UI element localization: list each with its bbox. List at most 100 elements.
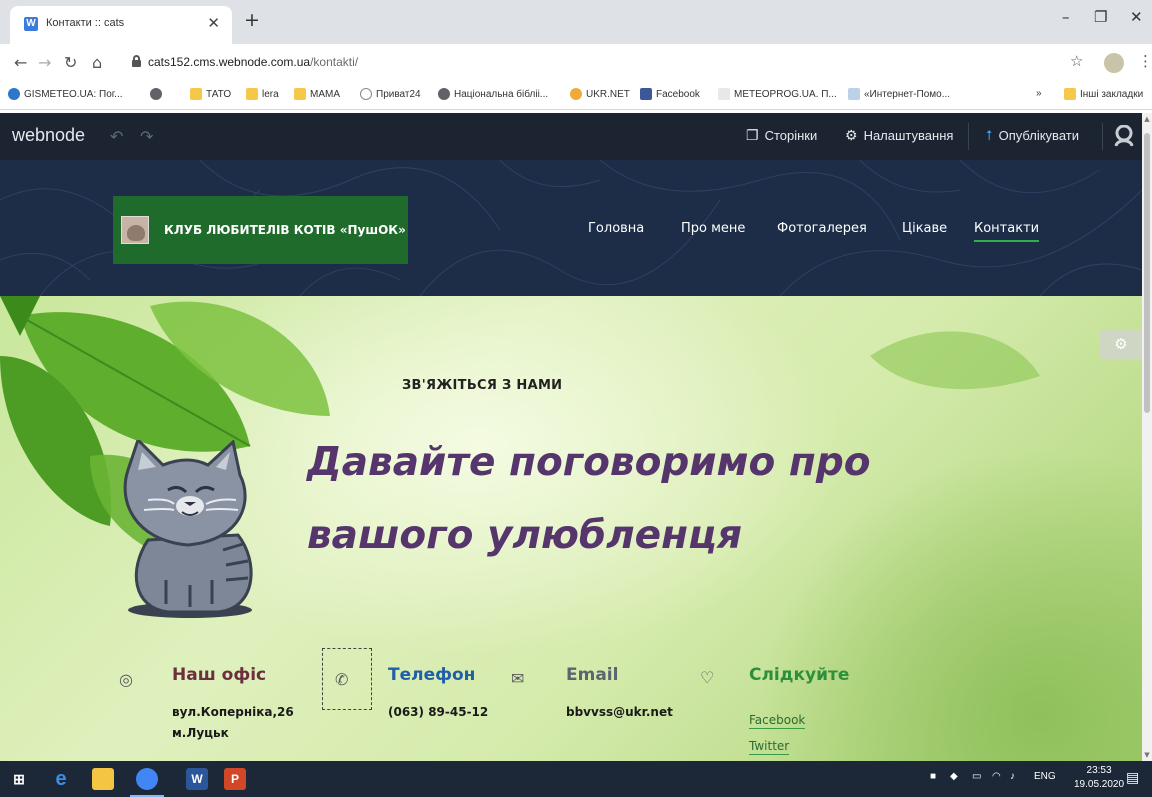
scroll-up-arrow-icon[interactable]: ▲ bbox=[1142, 115, 1152, 123]
redo-icon[interactable]: ↷ bbox=[140, 127, 153, 146]
site-logo[interactable]: КЛУБ ЛЮБИТЕЛІВ КОТІВ «ПушОК» bbox=[113, 196, 408, 264]
bookmark-item[interactable]: METEOPROG.UA. П... bbox=[718, 88, 837, 100]
tray-shield-icon[interactable]: ◆ bbox=[950, 771, 958, 782]
url-text: cats152.cms.webnode.com.ua/kontakti/ bbox=[148, 55, 359, 69]
nav-item-about[interactable]: Про мене bbox=[681, 221, 745, 236]
globe-icon bbox=[438, 88, 450, 100]
new-tab-button[interactable]: + bbox=[244, 11, 260, 30]
envelope-icon: ✉ bbox=[511, 669, 525, 688]
wifi-icon[interactable]: ◠ bbox=[992, 771, 1001, 782]
maximize-button[interactable]: ❐ bbox=[1094, 8, 1107, 26]
profile-avatar[interactable] bbox=[1104, 53, 1124, 73]
editor-toolbar: webnode ↶ ↷ ❐ Сторінки ⚙ Налаштування ⭡ Опу… bbox=[0, 113, 1142, 160]
address-bar-row: ← → ↻ ⌂ cats152.cms.webnode.com.ua/konta… bbox=[0, 44, 1152, 80]
clock-time: 23:53 bbox=[1086, 765, 1112, 776]
system-clock[interactable]: 23:53 19.05.2020 bbox=[1074, 764, 1124, 792]
close-window-button[interactable]: ✕ bbox=[1130, 8, 1143, 26]
file-explorer-icon[interactable] bbox=[92, 768, 114, 790]
nav-item-interesting[interactable]: Цікаве bbox=[902, 221, 947, 236]
twitter-link[interactable]: Twitter bbox=[749, 738, 790, 755]
folder-icon bbox=[190, 88, 202, 100]
location-pin-icon: ◎ bbox=[119, 670, 133, 689]
site-name: КЛУБ ЛЮБИТЕЛІВ КОТІВ «ПушОК» bbox=[164, 223, 406, 237]
bookmark-folder[interactable]: МАМА bbox=[294, 88, 340, 100]
upload-icon: ⭡ bbox=[986, 127, 993, 143]
language-indicator[interactable]: ENG bbox=[1034, 771, 1056, 782]
ukrnet-icon bbox=[570, 88, 582, 100]
other-bookmarks-folder[interactable]: Інші закладки bbox=[1064, 88, 1143, 100]
webnode-favicon-icon: W bbox=[24, 17, 38, 31]
bookmarks-bar: GISMETEO.UA: Пог... ТАТО lera МАМА Прива… bbox=[0, 80, 1152, 110]
email-title: Email bbox=[566, 665, 619, 685]
bookmark-star-icon[interactable]: ☆ bbox=[1070, 52, 1083, 70]
pages-icon: ❐ bbox=[746, 127, 759, 143]
home-button[interactable]: ⌂ bbox=[92, 53, 102, 72]
volume-icon[interactable]: ♪ bbox=[1010, 771, 1015, 782]
globe-icon bbox=[150, 88, 162, 100]
bookmark-item[interactable]: Facebook bbox=[640, 88, 700, 100]
browser-tab-strip: W Контакти :: cats ✕ + – ❐ ✕ bbox=[0, 0, 1152, 44]
follow-title: Слідкуйте bbox=[749, 665, 850, 685]
nav-item-home[interactable]: Головна bbox=[588, 221, 644, 236]
edge-browser-icon[interactable]: e bbox=[50, 768, 72, 790]
tab-title: Контакти :: cats bbox=[46, 17, 125, 29]
nav-item-contacts[interactable]: Контакти bbox=[974, 221, 1040, 242]
cat-logo-image bbox=[121, 216, 149, 244]
windows-taskbar: ⊞ e W P ■ ◆ ▭ ◠ ♪ ENG 23:53 19.05.2020 ▤ bbox=[0, 761, 1152, 797]
email-address[interactable]: bbvvss@ukr.net bbox=[566, 702, 673, 723]
scroll-down-arrow-icon[interactable]: ▼ bbox=[1142, 751, 1152, 759]
chrome-icon[interactable] bbox=[136, 768, 158, 790]
nav-item-gallery[interactable]: Фотогалерея bbox=[777, 221, 867, 236]
url-field[interactable]: cats152.cms.webnode.com.ua/kontakti/ bbox=[126, 50, 1084, 76]
privat24-icon bbox=[360, 88, 372, 100]
phone-title: Телефон bbox=[388, 665, 476, 685]
folder-icon bbox=[246, 88, 258, 100]
publish-button[interactable]: ⭡ Опублікувати bbox=[986, 127, 1079, 144]
divider bbox=[1102, 123, 1103, 150]
reload-button[interactable]: ↻ bbox=[64, 53, 77, 72]
browser-tab[interactable]: W Контакти :: cats ✕ bbox=[10, 6, 232, 44]
tray-app-icon[interactable]: ■ bbox=[930, 771, 936, 782]
browser-menu-icon[interactable]: ⋮ bbox=[1138, 52, 1152, 70]
section-settings-button[interactable]: ⚙ bbox=[1100, 329, 1142, 359]
user-account-icon[interactable] bbox=[1114, 124, 1134, 147]
battery-icon[interactable]: ▭ bbox=[972, 771, 981, 782]
bookmark-folder[interactable]: lera bbox=[246, 88, 279, 100]
bookmark-item[interactable]: Приват24 bbox=[360, 88, 421, 100]
bookmark-item[interactable]: GISMETEO.UA: Пог... bbox=[8, 88, 123, 100]
notifications-icon[interactable]: ▤ bbox=[1126, 769, 1139, 786]
phone-icon: ✆ bbox=[335, 670, 349, 689]
gismeteo-icon bbox=[8, 88, 20, 100]
word-icon[interactable]: W bbox=[186, 768, 208, 790]
settings-button[interactable]: ⚙ Налаштування bbox=[845, 127, 953, 144]
webnode-logo: webnode bbox=[12, 125, 86, 145]
pages-button[interactable]: ❐ Сторінки bbox=[746, 127, 817, 144]
office-address: вул.Коперніка,26 bbox=[172, 705, 294, 719]
document-icon bbox=[848, 88, 860, 100]
facebook-icon bbox=[640, 88, 652, 100]
scrollbar-thumb[interactable] bbox=[1144, 133, 1150, 413]
headline-line-1: Давайте поговоримо про bbox=[307, 440, 871, 485]
phone-number[interactable]: (063) 89-45-12 bbox=[388, 702, 488, 723]
powerpoint-icon[interactable]: P bbox=[224, 768, 246, 790]
minimize-button[interactable]: – bbox=[1062, 8, 1070, 26]
meteoprog-icon bbox=[718, 88, 730, 100]
bookmark-item[interactable]: UKR.NET bbox=[570, 88, 630, 100]
headline-line-2: вашого улюбленця bbox=[307, 513, 742, 558]
bookmarks-overflow-button[interactable]: » bbox=[1036, 88, 1042, 99]
bookmark-item[interactable]: «Интернет-Помо... bbox=[848, 88, 950, 100]
bookmark-item[interactable]: Національна бібліі... bbox=[438, 88, 548, 100]
back-button[interactable]: ← bbox=[14, 53, 27, 72]
office-title: Наш офіс bbox=[172, 665, 267, 685]
facebook-link[interactable]: Facebook bbox=[749, 712, 806, 729]
bookmark-item[interactable] bbox=[150, 88, 162, 100]
forward-button[interactable]: → bbox=[38, 53, 51, 72]
site-header: КЛУБ ЛЮБИТЕЛІВ КОТІВ «ПушОК» Головна Про… bbox=[0, 160, 1142, 296]
section-eyebrow: ЗВ'ЯЖІТЬСЯ З НАМИ bbox=[402, 378, 563, 393]
windows-start-icon[interactable]: ⊞ bbox=[8, 768, 30, 790]
page-scrollbar[interactable]: ▲ ▼ bbox=[1142, 113, 1152, 761]
close-tab-icon[interactable]: ✕ bbox=[207, 14, 220, 32]
bookmark-folder[interactable]: ТАТО bbox=[190, 88, 231, 100]
lock-icon bbox=[132, 55, 141, 67]
undo-icon[interactable]: ↶ bbox=[110, 127, 123, 146]
